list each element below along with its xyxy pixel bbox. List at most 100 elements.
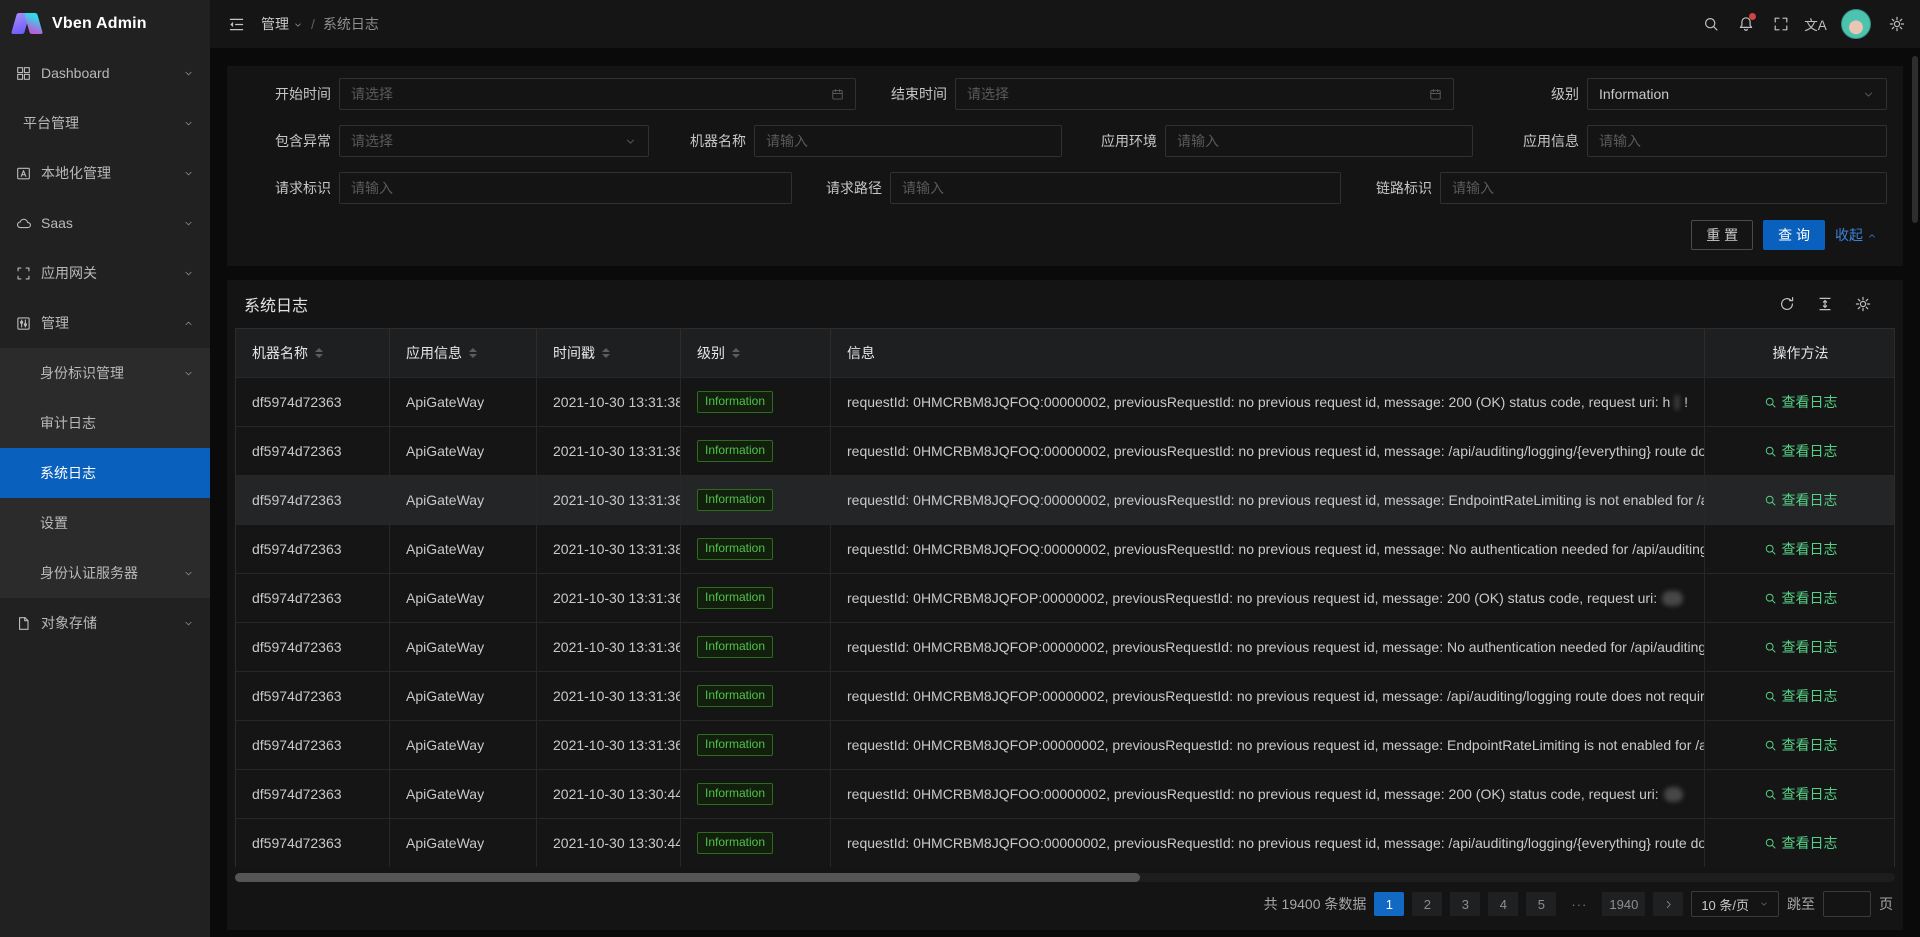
refresh-icon[interactable] [1779,296,1795,312]
sidebar-item-dashboard[interactable]: Dashboard [0,48,210,98]
app-info-cell: ApiGateWay [390,721,537,769]
page-button-1940[interactable]: 1940 [1602,892,1645,916]
sort-icon[interactable] [315,348,323,358]
message-cell: requestId: 0HMCRBM8JQFOQ:00000002, previ… [831,476,1705,524]
sidebar-item-platform-management[interactable]: 平台管理 [0,98,210,148]
sidebar-item-localization-management[interactable]: 本地化管理 [0,148,210,198]
sidebar-item-label: 身份标识管理 [40,363,124,383]
view-log-button[interactable]: 查看日志 [1764,588,1838,608]
redacted-text [1662,591,1683,606]
include-exception-field-group: 包含异常请选择 [243,125,649,157]
app-info-cell: ApiGateWay [390,427,537,475]
table-row[interactable]: df5974d72363ApiGateWay2021-10-30 13:31:3… [236,720,1894,769]
column-header-6: 操作方法 [1705,329,1896,377]
page-button-1[interactable]: 1 [1374,892,1404,916]
sidebar-item-identity-management[interactable]: 身份标识管理 [0,348,210,398]
table-row[interactable]: df5974d72363ApiGateWay2021-10-30 13:31:3… [236,426,1894,475]
level-label: 级别 [1463,84,1587,104]
view-log-button[interactable]: 查看日志 [1764,539,1838,559]
view-log-button[interactable]: 查看日志 [1764,637,1838,657]
search-button[interactable] [1693,0,1728,48]
sidebar-item-audit-log[interactable]: 审计日志 [0,398,210,448]
view-log-button[interactable]: 查看日志 [1764,833,1838,853]
page-button-5[interactable]: 5 [1526,892,1556,916]
sidebar-item-auth-server[interactable]: 身份认证服务器 [0,548,210,598]
end-time-date-picker[interactable]: 请选择 [955,78,1454,110]
view-log-label: 查看日志 [1782,392,1838,412]
trace-id-input[interactable]: 请输入 [1440,172,1887,204]
table-toolbar [1779,296,1871,312]
fullscreen-icon [1773,16,1789,32]
timestamp-cell: 2021-10-30 13:31:38 [537,525,681,573]
view-log-button[interactable]: 查看日志 [1764,490,1838,510]
level-cell: Information [681,476,831,524]
settings-button[interactable] [1879,0,1914,48]
start-time-date-picker[interactable]: 请选择 [339,78,856,110]
menu-fold-button[interactable] [222,10,251,39]
request-path-input[interactable]: 请输入 [890,172,1341,204]
search-button[interactable]: 查 询 [1763,220,1825,250]
table-row[interactable]: df5974d72363ApiGateWay2021-10-30 13:31:3… [236,622,1894,671]
reset-button[interactable]: 重 置 [1691,220,1753,250]
sidebar-item-object-storage[interactable]: 对象存储 [0,598,210,648]
jump-page-input[interactable] [1823,891,1871,917]
view-log-button[interactable]: 查看日志 [1764,784,1838,804]
machine-name-input[interactable]: 请输入 [754,125,1062,157]
column-header-4[interactable]: 级别 [681,329,831,377]
timestamp-cell: 2021-10-30 13:31:36 [537,623,681,671]
page-ellipsis[interactable]: ··· [1564,892,1594,916]
horizontal-scrollbar[interactable] [235,873,1895,882]
logo[interactable]: Vben Admin [0,0,210,48]
page-button-4[interactable]: 4 [1488,892,1518,916]
sidebar-item-management[interactable]: 管理 [0,298,210,348]
column-header-1[interactable]: 机器名称 [236,329,390,377]
table-row[interactable]: df5974d72363ApiGateWay2021-10-30 13:31:3… [236,475,1894,524]
sidebar-item-system-log[interactable]: 系统日志 [0,448,210,498]
column-header-2[interactable]: 应用信息 [390,329,537,377]
app-environment-input[interactable]: 请输入 [1165,125,1473,157]
level-select[interactable]: Information [1587,78,1887,110]
fullscreen-button[interactable] [1763,0,1798,48]
sidebar-item-app-gateway[interactable]: 应用网关 [0,248,210,298]
actions-cell: 查看日志 [1705,623,1896,671]
view-log-button[interactable]: 查看日志 [1764,735,1838,755]
table-row[interactable]: df5974d72363ApiGateWay2021-10-30 13:31:3… [236,377,1894,426]
view-log-label: 查看日志 [1782,784,1838,804]
view-log-button[interactable]: 查看日志 [1764,441,1838,461]
avatar-button[interactable] [1833,0,1879,48]
include-exception-label: 包含异常 [243,131,339,151]
page-button-2[interactable]: 2 [1412,892,1442,916]
include-exception-select[interactable]: 请选择 [339,125,649,157]
table-row[interactable]: df5974d72363ApiGateWay2021-10-30 13:31:3… [236,671,1894,720]
vertical-scrollbar-thumb[interactable] [1912,56,1918,223]
chevron-down-icon [183,618,194,629]
view-log-button[interactable]: 查看日志 [1764,392,1838,412]
column-header-3[interactable]: 时间戳 [537,329,681,377]
page-size-select[interactable]: 10 条/页 [1691,891,1779,917]
table-row[interactable]: df5974d72363ApiGateWay2021-10-30 13:30:4… [236,769,1894,818]
collapse-toggle[interactable]: 收起 [1835,225,1877,245]
request-id-input[interactable]: 请输入 [339,172,792,204]
app-info-input[interactable]: 请输入 [1587,125,1887,157]
sort-icon[interactable] [469,348,477,358]
view-log-button[interactable]: 查看日志 [1764,686,1838,706]
sort-icon[interactable] [732,348,740,358]
machine-name-cell: df5974d72363 [236,672,390,720]
sidebar-item-saas[interactable]: Saas [0,198,210,248]
notification-button[interactable] [1728,0,1763,48]
breadcrumb-parent[interactable]: 管理 [261,14,303,34]
table-row[interactable]: df5974d72363ApiGateWay2021-10-30 13:30:4… [236,818,1894,867]
column-height-icon[interactable] [1817,296,1833,312]
table-row[interactable]: df5974d72363ApiGateWay2021-10-30 13:31:3… [236,524,1894,573]
column-header-label: 信息 [847,343,875,363]
settings-icon[interactable] [1855,296,1871,312]
horizontal-scrollbar-thumb[interactable] [235,873,1140,882]
message-cell: requestId: 0HMCRBM8JQFOO:00000002, previ… [831,770,1705,818]
page-button-3[interactable]: 3 [1450,892,1480,916]
table-row[interactable]: df5974d72363ApiGateWay2021-10-30 13:31:3… [236,573,1894,622]
locale-button[interactable]: 文A [1798,0,1833,48]
next-page-button[interactable] [1653,892,1683,916]
sort-icon[interactable] [602,348,610,358]
calendar-icon [831,88,844,101]
sidebar-item-settings[interactable]: 设置 [0,498,210,548]
